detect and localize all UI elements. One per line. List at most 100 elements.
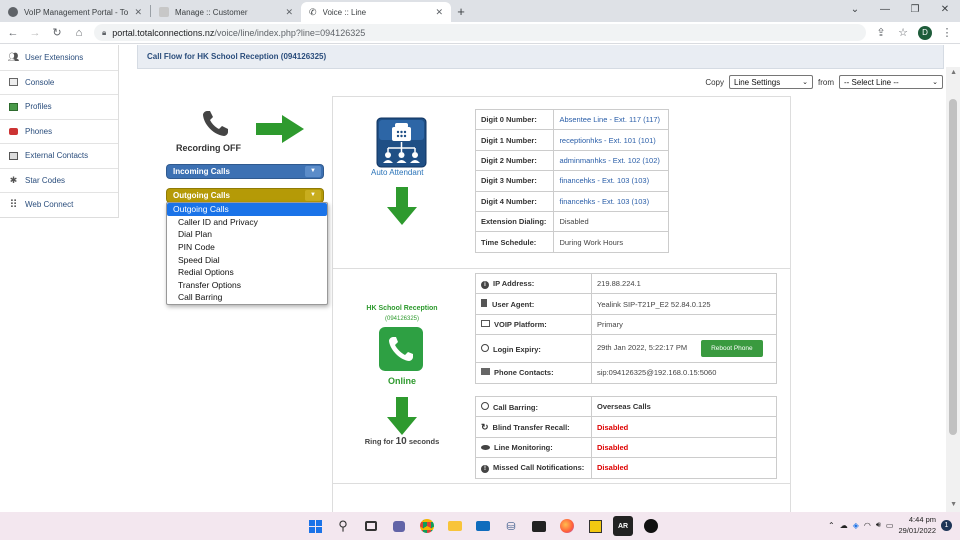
divider — [332, 96, 790, 97]
scroll-down-icon[interactable]: ▼ — [950, 501, 957, 508]
scroll-up-icon[interactable]: ▲ — [950, 69, 957, 76]
firefox-icon[interactable] — [557, 516, 577, 536]
option-dial-plan[interactable]: Dial Plan — [167, 228, 327, 241]
media-app-icon[interactable] — [641, 516, 661, 536]
profiles-icon — [8, 101, 19, 112]
clock[interactable]: 4:44 pm 29/01/2022 — [898, 514, 936, 536]
option-redial-options[interactable]: Redial Options — [167, 266, 327, 279]
row-key: i IP Address: — [475, 272, 592, 295]
chevron-up-icon[interactable]: ⌃ — [828, 521, 835, 530]
option-pin-code[interactable]: PIN Code — [167, 241, 327, 254]
chat-icon[interactable] — [389, 516, 409, 536]
ip-address-label: IP Address: — [493, 278, 535, 288]
option-call-barring[interactable]: Call Barring — [167, 291, 327, 304]
minimize-button[interactable]: — — [870, 0, 900, 22]
table-row: Call Barring: Overseas Calls — [475, 395, 777, 418]
windows-start-icon[interactable] — [305, 516, 325, 536]
sidebar-item-phones[interactable]: Phones — [0, 118, 118, 144]
maximize-button[interactable]: ❐ — [900, 0, 930, 22]
sticky-notes-icon[interactable] — [585, 516, 605, 536]
volume-icon[interactable]: 🔊︎ — [876, 520, 881, 530]
reload-icon[interactable]: ↻ — [50, 26, 64, 39]
option-speed-dial[interactable]: Speed Dial — [167, 253, 327, 266]
option-outgoing-calls[interactable]: Outgoing Calls — [167, 203, 327, 216]
profile-avatar[interactable]: D — [918, 25, 932, 40]
ar-app-icon[interactable]: AR — [613, 516, 633, 536]
tab-voip-portal[interactable]: VoIP Management Portal - Total C ✕ — [0, 2, 150, 22]
row-key: Digit 4 Number: — [474, 190, 555, 212]
close-icon[interactable]: ✕ — [285, 7, 293, 18]
from-line-select[interactable]: -- Select Line -- ⌄ — [839, 75, 943, 89]
digit-0-link[interactable]: Absentee Line - Ext. 117 (117) — [553, 108, 669, 131]
extension-phone-icon[interactable] — [379, 327, 423, 371]
phone-contacts-label: Phone Contacts: — [494, 368, 554, 378]
auto-attendant-label[interactable]: Auto Attendant — [371, 168, 424, 177]
copy-type-value: Line Settings — [734, 77, 781, 87]
sidebar-item-external-contacts[interactable]: External Contacts — [0, 143, 118, 168]
sidebar-item-star-codes[interactable]: ✱ Star Codes — [0, 167, 118, 193]
globe-icon — [8, 7, 18, 17]
search-icon[interactable]: ⚲ — [333, 516, 353, 536]
menu-kebab-icon[interactable]: ⋮ — [940, 26, 954, 39]
blind-transfer-recall-value: Disabled — [591, 416, 777, 438]
mail-icon[interactable] — [473, 516, 493, 536]
sidebar-item-console[interactable]: Console — [0, 69, 118, 95]
share-icon[interactable]: ⇪ — [874, 26, 888, 39]
table-row: Phone Contacts: sip:094126325@192.168.0.… — [475, 362, 777, 384]
cloud-icon[interactable]: ☁ — [840, 521, 848, 530]
arrow-down-icon — [387, 187, 417, 225]
url-input[interactable]: 🔒︎ portal.totalconnections.nz/voice/line… — [94, 24, 866, 41]
clock-icon — [481, 343, 489, 352]
terminal-icon[interactable] — [529, 516, 549, 536]
device-table: i IP Address: 219.88.224.1 User Agent: Ye… — [475, 272, 777, 384]
sidebar-item-label: Profiles — [25, 102, 52, 112]
row-key: Digit 2 Number: — [474, 149, 555, 172]
task-view-icon[interactable] — [361, 516, 381, 536]
close-window-button[interactable]: ✕ — [930, 0, 960, 22]
reboot-phone-button[interactable]: Reboot Phone — [701, 340, 763, 358]
sidebar-item-profiles[interactable]: Profiles — [0, 94, 118, 119]
digit-1-link[interactable]: receptionhks - Ext. 101 (101) — [553, 129, 669, 151]
option-caller-id-privacy[interactable]: Caller ID and Privacy — [167, 216, 327, 229]
digit-4-link[interactable]: financehks - Ext. 103 (103) — [553, 190, 669, 212]
eye-icon — [481, 445, 490, 451]
bookmark-star-icon[interactable]: ☆ — [896, 26, 910, 39]
file-explorer-icon[interactable] — [445, 516, 465, 536]
from-line-value: -- Select Line -- — [844, 77, 899, 87]
security-icon[interactable]: ◈ — [853, 521, 859, 530]
phone-icon — [8, 126, 19, 137]
wifi-icon[interactable]: ◠ — [864, 521, 871, 530]
new-tab-button[interactable]: + — [451, 4, 471, 19]
scrollbar-thumb[interactable] — [949, 99, 957, 435]
page-icon — [159, 7, 169, 17]
option-transfer-options[interactable]: Transfer Options — [167, 279, 327, 292]
copy-type-select[interactable]: Line Settings ⌄ — [729, 75, 813, 89]
tab-search-button[interactable]: ⌄ — [840, 0, 870, 22]
close-icon[interactable]: ✕ — [134, 7, 142, 18]
notification-badge[interactable]: 1 — [941, 519, 952, 531]
battery-icon[interactable]: ▭ — [886, 521, 894, 530]
digit-3-link[interactable]: financehks - Ext. 103 (103) — [553, 170, 669, 192]
user-agent-label: User Agent: — [492, 300, 535, 310]
auto-attendant-icon[interactable] — [376, 117, 427, 168]
network-app-icon[interactable]: ⛁ — [501, 516, 521, 536]
row-key: Digit 1 Number: — [474, 129, 555, 151]
sidebar-item-user-extensions[interactable]: 👥︎ User Extensions — [0, 45, 118, 70]
sidebar-item-web-connect[interactable]: ⠿ Web Connect — [0, 192, 118, 217]
close-icon[interactable]: ✕ — [435, 7, 443, 18]
users-icon: 👥︎ — [7, 51, 20, 62]
back-icon[interactable]: ← — [6, 27, 20, 39]
digit-2-link[interactable]: adminmanhks - Ext. 102 (102) — [553, 149, 669, 172]
system-tray: ⌃ ☁ ◈ ◠ 🔊︎ ▭ 4:44 pm 29/01/2022 1 — [828, 514, 952, 536]
barring-icon — [481, 401, 489, 410]
tab-manage-customer[interactable]: Manage :: Customer ✕ — [151, 2, 301, 22]
chrome-icon[interactable] — [417, 516, 437, 536]
outgoing-calls-select[interactable]: Outgoing Calls ▼ — [166, 188, 324, 203]
sidebar-item-label: Phones — [25, 126, 53, 136]
forward-icon[interactable]: → — [28, 27, 42, 39]
tab-voice-line[interactable]: ✆ Voice :: Line ✕ — [301, 2, 451, 22]
row-key: VOIP Platform: — [475, 313, 592, 336]
star-icon: ✱ — [9, 174, 18, 185]
incoming-calls-select[interactable]: Incoming Calls ▼ — [166, 164, 324, 179]
home-icon[interactable]: ⌂ — [72, 27, 86, 39]
